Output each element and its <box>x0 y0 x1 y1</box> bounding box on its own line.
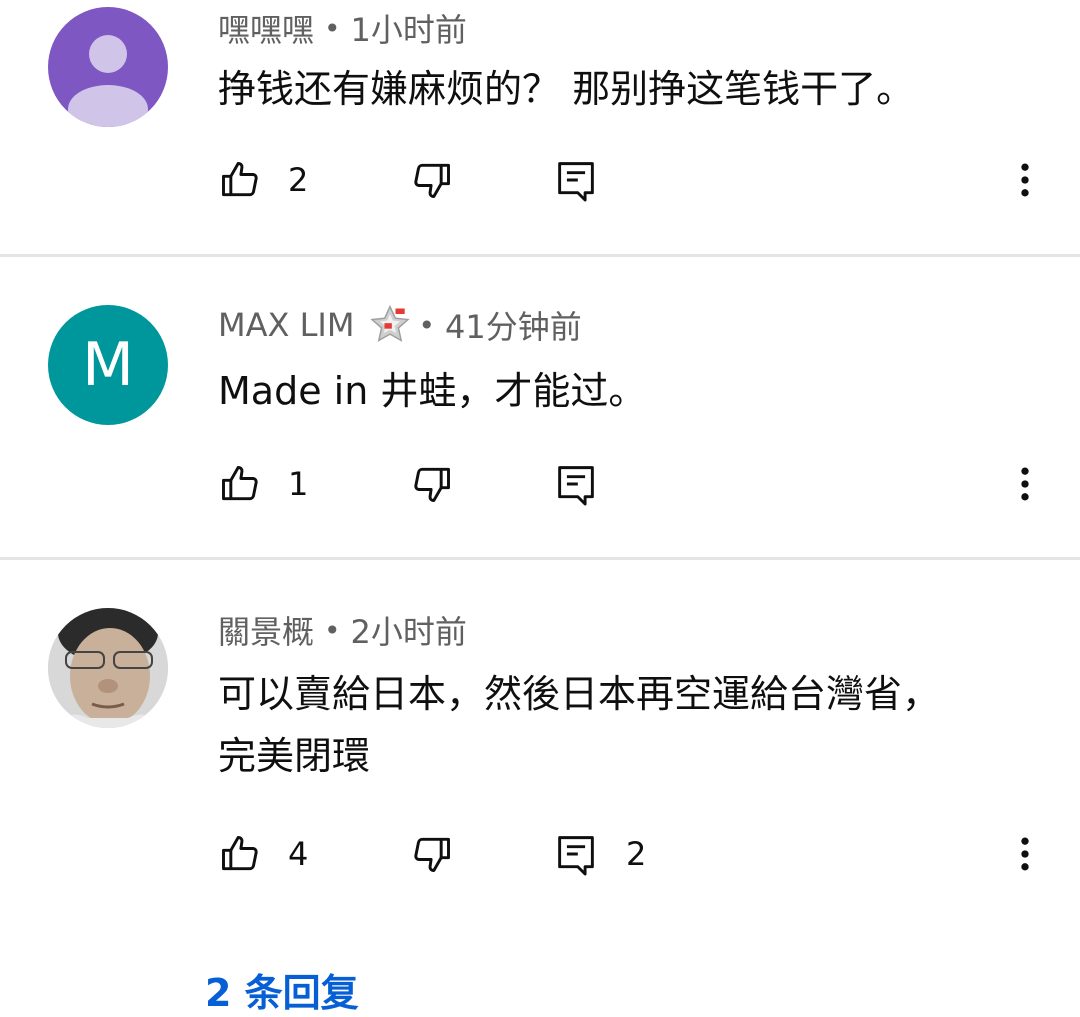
member-badge-icon <box>368 303 412 347</box>
reply-icon <box>558 466 594 506</box>
like-count: 2 <box>288 161 309 199</box>
comment-text-line: 完美閉環 <box>218 734 371 778</box>
comment-meta: 嘿嘿嘿 • 1小时前 <box>218 6 467 50</box>
reply-button[interactable] <box>556 150 596 210</box>
reply-button[interactable] <box>556 454 596 514</box>
dislike-icon <box>414 837 450 872</box>
dislike-button[interactable] <box>410 150 454 210</box>
comment-actions: 1 <box>0 454 1080 514</box>
profile-photo-icon <box>48 608 168 728</box>
comment-actions: 4 2 <box>0 824 1080 884</box>
comment-text: Made in 井蛙，才能过。 <box>218 369 647 413</box>
timestamp[interactable]: 2小时前 <box>351 607 467 653</box>
comment-2: M MAX LIM • 41分钟前 Made in 井蛙，才能过。 1 <box>0 257 1080 559</box>
like-count: 1 <box>288 465 309 503</box>
comment-meta: MAX LIM • 41分钟前 <box>218 303 582 347</box>
like-icon <box>222 836 258 871</box>
reply-button[interactable]: 2 <box>556 824 646 884</box>
comment-text: 挣钱还有嫌麻烦的？ 那别挣这笔钱干了。 <box>218 67 915 111</box>
view-replies-link[interactable]: 2 条回复 <box>205 962 359 1017</box>
like-count: 4 <box>288 835 309 873</box>
reply-icon <box>558 162 594 202</box>
like-icon <box>222 466 258 501</box>
like-button[interactable]: 2 <box>218 150 308 210</box>
avatar[interactable] <box>48 608 168 728</box>
more-icon <box>1021 837 1029 871</box>
more-options-button[interactable] <box>1010 824 1040 884</box>
author-name[interactable]: 關景概 <box>218 607 314 653</box>
default-avatar-icon <box>68 35 148 127</box>
avatar[interactable]: M <box>48 305 168 425</box>
dislike-icon <box>414 467 450 502</box>
timestamp[interactable]: 1小时前 <box>351 5 467 51</box>
more-options-button[interactable] <box>1010 150 1040 210</box>
timestamp[interactable]: 41分钟前 <box>445 302 582 348</box>
like-button[interactable]: 1 <box>218 454 308 514</box>
dislike-icon <box>414 163 450 198</box>
comment-actions: 2 <box>0 150 1080 210</box>
avatar-letter: M <box>82 330 134 400</box>
comment-text-line: 可以賣給日本，然後日本再空運給台灣省， <box>218 672 941 716</box>
reply-icon <box>558 836 594 876</box>
like-button[interactable]: 4 <box>218 824 308 884</box>
comment-1: 嘿嘿嘿 • 1小时前 挣钱还有嫌麻烦的？ 那别挣这笔钱干了。 2 <box>0 0 1080 256</box>
dislike-button[interactable] <box>410 824 454 884</box>
comment-meta: 關景概 • 2小时前 <box>218 608 467 652</box>
comment-3: 關景概 • 2小时前 可以賣給日本，然後日本再空運給台灣省， 完美閉環 4 2 <box>0 560 1080 1016</box>
author-name[interactable]: MAX LIM <box>218 306 354 344</box>
more-icon <box>1021 467 1029 501</box>
more-icon <box>1021 163 1029 197</box>
like-icon <box>222 162 258 197</box>
dislike-button[interactable] <box>410 454 454 514</box>
reply-count: 2 <box>626 835 647 873</box>
author-name[interactable]: 嘿嘿嘿 <box>218 5 314 51</box>
avatar[interactable] <box>48 7 168 127</box>
more-options-button[interactable] <box>1010 454 1040 514</box>
comment-text: 可以賣給日本，然後日本再空運給台灣省， 完美閉環 <box>218 663 1018 787</box>
